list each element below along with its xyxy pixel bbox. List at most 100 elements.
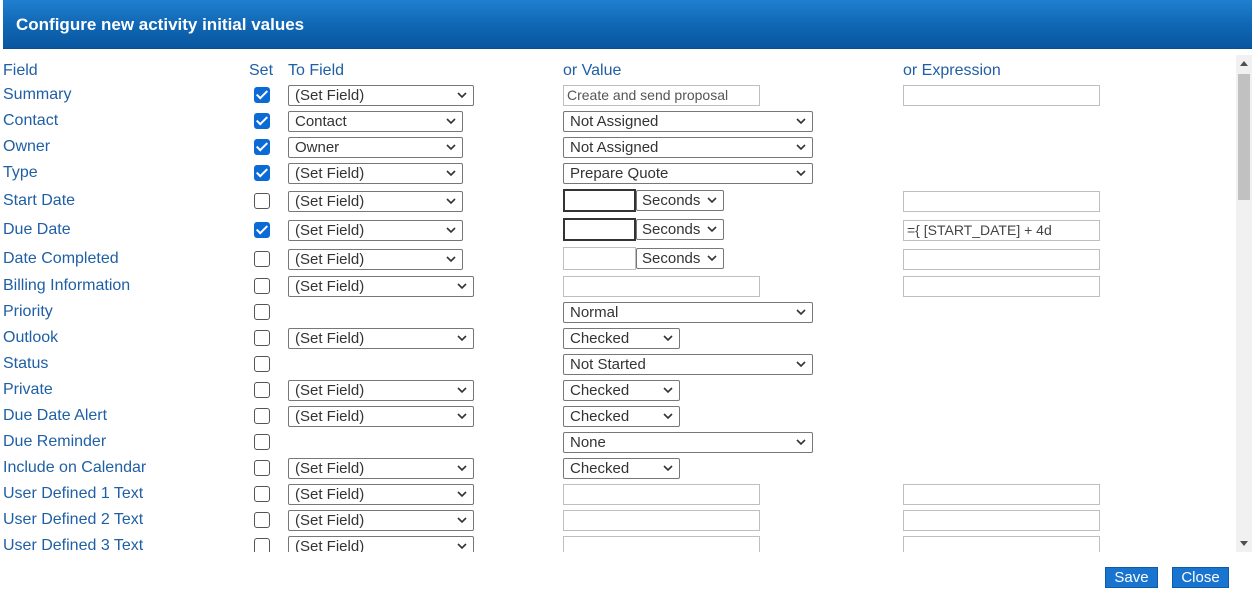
chevron-down-icon	[796, 307, 806, 317]
table-row: Contact Contact Not Assigned	[0, 109, 1236, 135]
expression-input[interactable]	[903, 536, 1100, 552]
chevron-down-icon	[457, 489, 467, 499]
chevron-down-icon	[446, 254, 456, 264]
set-checkbox[interactable]	[254, 165, 270, 181]
to-field-select[interactable]: (Set Field)	[288, 220, 463, 241]
set-checkbox[interactable]	[254, 278, 270, 294]
chevron-down-icon	[796, 437, 806, 447]
table-row: Summary (Set Field) Create and send propos…	[0, 83, 1236, 109]
to-field-select[interactable]: Owner	[288, 137, 463, 158]
value-input[interactable]	[563, 484, 760, 505]
chevron-down-icon	[446, 142, 456, 152]
header-field: Field	[3, 62, 38, 79]
to-field-select[interactable]: (Set Field)	[288, 191, 463, 212]
set-checkbox[interactable]	[254, 434, 270, 450]
vertical-scrollbar[interactable]	[1236, 55, 1252, 552]
chevron-down-icon	[707, 224, 717, 234]
to-field-select[interactable]: (Set Field)	[288, 406, 474, 427]
to-field-select[interactable]: (Set Field)	[288, 484, 474, 505]
to-field-select[interactable]: Contact	[288, 111, 463, 132]
to-field-select[interactable]: (Set Field)	[288, 458, 474, 479]
value-input[interactable]	[563, 536, 760, 552]
table-row: Include on Calendar (Set Field) Checked	[0, 456, 1236, 482]
close-button[interactable]: Close	[1172, 567, 1229, 588]
offset-number-input[interactable]	[563, 247, 636, 270]
scroll-up-button[interactable]	[1236, 55, 1252, 71]
expression-input[interactable]	[903, 484, 1100, 505]
set-checkbox[interactable]	[254, 87, 270, 103]
triangle-down-icon	[1240, 541, 1248, 546]
dialog-title-bar: Configure new activity initial values	[3, 0, 1252, 49]
to-field-select[interactable]: (Set Field)	[288, 380, 474, 401]
expression-input[interactable]	[903, 510, 1100, 531]
value-select[interactable]: Normal	[563, 302, 813, 323]
to-field-select[interactable]: (Set Field)	[288, 276, 474, 297]
field-label: Due Reminder	[3, 433, 107, 450]
to-field-select[interactable]: (Set Field)	[288, 163, 463, 184]
value-select[interactable]: Checked	[563, 406, 680, 427]
value-select[interactable]: Not Assigned	[563, 137, 813, 158]
set-checkbox[interactable]	[254, 330, 270, 346]
chevron-down-icon	[457, 90, 467, 100]
to-field-select[interactable]: (Set Field)	[288, 328, 474, 349]
offset-unit-select[interactable]: Seconds	[636, 219, 724, 240]
table-row: Status Not Started	[0, 352, 1236, 378]
table-row: Date Completed (Set Field) Seconds	[0, 247, 1236, 273]
set-checkbox[interactable]	[254, 222, 270, 238]
chevron-down-icon	[446, 116, 456, 126]
value-select[interactable]: Not Started	[563, 354, 813, 375]
expression-input[interactable]	[903, 276, 1100, 297]
field-label: Due Date	[3, 221, 71, 238]
value-select[interactable]: Prepare Quote	[563, 163, 813, 184]
expression-input[interactable]: ={ [START_DATE] + 4d	[903, 220, 1100, 241]
set-checkbox[interactable]	[254, 139, 270, 155]
to-field-select[interactable]: (Set Field)	[288, 249, 463, 270]
set-checkbox[interactable]	[254, 486, 270, 502]
chevron-down-icon	[457, 333, 467, 343]
value-select[interactable]: Checked	[563, 328, 680, 349]
chevron-down-icon	[446, 225, 456, 235]
expression-input[interactable]	[903, 191, 1100, 212]
set-checkbox[interactable]	[254, 113, 270, 129]
set-checkbox[interactable]	[254, 356, 270, 372]
expression-input[interactable]	[903, 85, 1100, 106]
value-select[interactable]: None	[563, 432, 813, 453]
chevron-down-icon	[457, 385, 467, 395]
set-checkbox[interactable]	[254, 408, 270, 424]
offset-unit-select[interactable]: Seconds	[636, 190, 724, 211]
field-label: Outlook	[3, 329, 59, 346]
offset-number-input[interactable]	[563, 218, 636, 241]
chevron-down-icon	[446, 196, 456, 206]
scrollbar-thumb[interactable]	[1238, 74, 1250, 200]
set-checkbox[interactable]	[254, 251, 270, 267]
set-checkbox[interactable]	[254, 512, 270, 528]
set-checkbox[interactable]	[254, 382, 270, 398]
expression-input[interactable]	[903, 249, 1100, 270]
save-button[interactable]: Save	[1105, 567, 1158, 588]
chevron-down-icon	[457, 541, 467, 551]
value-select[interactable]: Checked	[563, 380, 680, 401]
chevron-down-icon	[707, 253, 717, 263]
chevron-down-icon	[663, 411, 673, 421]
table-row: Type (Set Field) Prepare Quote	[0, 161, 1236, 187]
table-row: User Defined 2 Text (Set Field)	[0, 508, 1236, 534]
offset-number-input[interactable]	[563, 189, 636, 212]
chevron-down-icon	[663, 463, 673, 473]
set-checkbox[interactable]	[254, 460, 270, 476]
value-select[interactable]: Checked	[563, 458, 680, 479]
set-checkbox[interactable]	[254, 193, 270, 209]
set-checkbox[interactable]	[254, 304, 270, 320]
value-select[interactable]: Not Assigned	[563, 111, 813, 132]
set-checkbox[interactable]	[254, 538, 270, 552]
to-field-select[interactable]: (Set Field)	[288, 85, 474, 106]
to-field-select[interactable]: (Set Field)	[288, 510, 474, 531]
chevron-down-icon	[796, 142, 806, 152]
value-input[interactable]	[563, 510, 760, 531]
offset-unit-select[interactable]: Seconds	[636, 248, 724, 269]
table-row: Outlook (Set Field) Checked	[0, 326, 1236, 352]
to-field-select[interactable]: (Set Field)	[288, 536, 474, 552]
value-input[interactable]	[563, 276, 760, 297]
value-input[interactable]: Create and send proposal	[563, 85, 760, 106]
scroll-down-button[interactable]	[1236, 536, 1252, 552]
triangle-up-icon	[1240, 61, 1248, 66]
